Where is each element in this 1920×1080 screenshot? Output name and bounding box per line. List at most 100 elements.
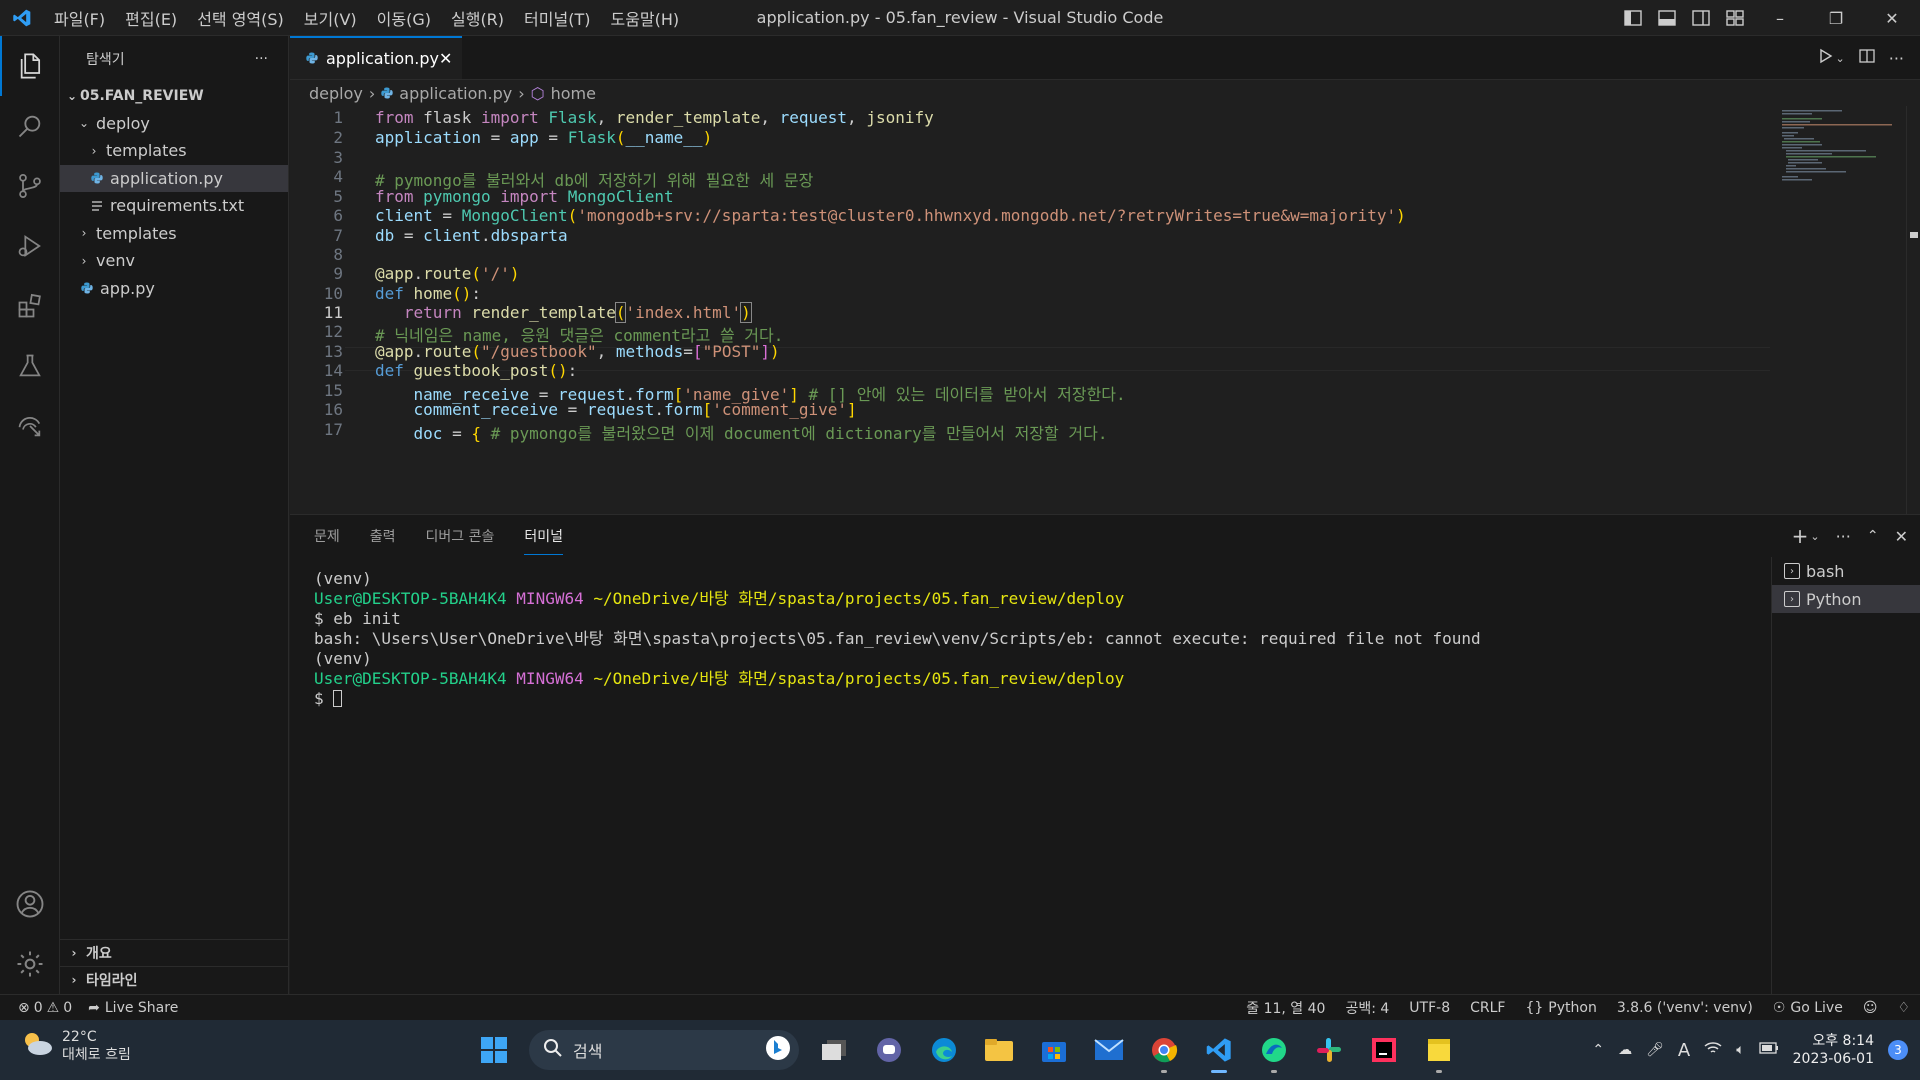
tree-file-application-py[interactable]: application.py — [60, 164, 288, 192]
microphone-icon[interactable]: 🎤︎ — [1646, 1042, 1664, 1058]
extensions-icon[interactable] — [0, 276, 60, 336]
sticky-notes-icon[interactable] — [1415, 1026, 1463, 1074]
weather-widget[interactable]: 22°C 대체로 흐림 — [20, 1028, 131, 1064]
menu-view[interactable]: 보기(V) — [294, 6, 367, 30]
panel-more-actions-icon[interactable]: ··· — [1836, 527, 1851, 546]
customize-layout-icon[interactable] — [1718, 0, 1752, 36]
menu-terminal[interactable]: 터미널(T) — [514, 6, 600, 30]
wifi-icon[interactable] — [1704, 1041, 1722, 1059]
tree-folder-templates-root[interactable]: › templates — [60, 220, 288, 248]
terminal-item-python[interactable]: › Python — [1772, 585, 1920, 613]
terminal-output[interactable]: (venv) User@DESKTOP-5BAH4K4 MINGW64 ~/One… — [314, 569, 1734, 709]
pycharm-edu-icon[interactable] — [1250, 1026, 1298, 1074]
tree-folder-templates[interactable]: › templates — [60, 137, 288, 165]
mail-icon[interactable] — [1085, 1026, 1133, 1074]
terminal-list: › bash › Python — [1771, 557, 1920, 995]
manage-gear-icon[interactable] — [0, 934, 60, 994]
show-hidden-icons-chevron-icon[interactable]: ⌃ — [1592, 1042, 1604, 1058]
chrome-icon[interactable] — [1140, 1026, 1188, 1074]
toggle-secondary-sidebar-icon[interactable] — [1684, 0, 1718, 36]
code-line: @app.route("/guestbook", methods=["POST"… — [375, 342, 780, 361]
slack-icon[interactable] — [1305, 1026, 1353, 1074]
timeline-section[interactable]: › 타임라인 — [60, 966, 289, 993]
outline-section[interactable]: › 개요 — [60, 939, 289, 966]
tree-file-requirements-txt[interactable]: requirements.txt — [60, 192, 288, 220]
taskbar-search[interactable]: 검색 — [529, 1030, 799, 1070]
tab-application-py[interactable]: application.py ✕ — [290, 36, 462, 79]
feedback-icon[interactable]: ☺ — [1863, 1000, 1878, 1016]
vscode-logo-icon[interactable] — [0, 0, 44, 36]
tree-folder-venv[interactable]: › venv — [60, 247, 288, 275]
cursor-position[interactable]: 줄 11, 열 40 — [1246, 998, 1325, 1018]
volume-icon[interactable]: 🔈︎ — [1736, 1042, 1744, 1058]
toggle-panel-icon[interactable] — [1650, 0, 1684, 36]
testing-icon[interactable] — [0, 336, 60, 396]
new-terminal-plus-icon[interactable]: + — [1792, 524, 1809, 548]
start-windows-icon[interactable] — [470, 1026, 518, 1074]
task-view-icon[interactable] — [810, 1026, 858, 1074]
encoding[interactable]: UTF-8 — [1409, 1000, 1450, 1016]
minimize-button[interactable]: – — [1752, 0, 1808, 36]
close-tab-icon[interactable]: ✕ — [439, 49, 452, 68]
edge-browser-icon[interactable] — [920, 1026, 968, 1074]
remote-explorer-icon[interactable] — [0, 396, 60, 456]
run-debug-icon[interactable] — [0, 216, 60, 276]
file-explorer-icon[interactable] — [975, 1026, 1023, 1074]
intellij-icon[interactable] — [1360, 1026, 1408, 1074]
end-of-line[interactable]: CRLF — [1470, 1000, 1505, 1016]
go-live-status[interactable]: ☉ Go Live — [1773, 1000, 1843, 1016]
restore-button[interactable]: ❐ — [1808, 0, 1864, 36]
python-interpreter[interactable]: 3.8.6 ('venv': venv) — [1617, 1000, 1753, 1016]
tab-output[interactable]: 출력 — [370, 518, 396, 554]
notification-badge[interactable]: 3 — [1888, 1040, 1908, 1060]
source-control-icon[interactable] — [0, 156, 60, 216]
tab-problems[interactable]: 문제 — [314, 518, 340, 554]
clock[interactable]: 오후 8:14 2023-06-01 — [1793, 1032, 1874, 1068]
battery-icon[interactable] — [1758, 1042, 1779, 1058]
explorer-icon[interactable] — [0, 36, 60, 96]
tab-terminal[interactable]: 터미널 — [524, 518, 564, 555]
close-window-button[interactable]: ✕ — [1864, 0, 1920, 36]
maximize-panel-chevron-up-icon[interactable]: ⌃ — [1867, 528, 1879, 544]
microsoft-store-icon[interactable] — [1030, 1026, 1078, 1074]
onedrive-cloud-icon[interactable]: ☁ — [1618, 1042, 1632, 1058]
breadcrumb-symbol[interactable]: home — [551, 84, 596, 103]
close-panel-icon[interactable]: ✕ — [1895, 527, 1908, 546]
teams-chat-icon[interactable] — [865, 1026, 913, 1074]
editor-more-actions-icon[interactable]: ··· — [1889, 49, 1904, 68]
split-editor-icon[interactable] — [1859, 48, 1875, 68]
run-python-file-icon[interactable] — [1818, 48, 1834, 68]
menu-file[interactable]: 파일(F) — [44, 6, 115, 30]
terminal-line: bash: \Users\User\OneDrive\바탕 화면\spasta\… — [314, 629, 1481, 648]
tab-debug-console[interactable]: 디버그 콘솔 — [426, 518, 495, 554]
toggle-primary-sidebar-icon[interactable] — [1616, 0, 1650, 36]
language-mode[interactable]: {​} Python — [1525, 1000, 1596, 1016]
ime-language-icon[interactable]: A — [1678, 1040, 1690, 1061]
breadcrumb-file[interactable]: application.py — [399, 84, 512, 103]
menu-selection[interactable]: 선택 영역(S) — [187, 6, 294, 30]
run-dropdown-chevron-icon[interactable]: ⌄ — [1836, 52, 1845, 65]
problems-status[interactable]: ⊗ 0 ⚠ 0 — [18, 1000, 72, 1016]
notifications-bell-icon[interactable]: ♢ — [1897, 1000, 1910, 1016]
search-icon[interactable] — [0, 96, 60, 156]
tree-file-app-py[interactable]: app.py — [60, 275, 288, 303]
live-share-status[interactable]: ➦ Live Share — [88, 1000, 178, 1016]
vscode-taskbar-icon[interactable] — [1195, 1026, 1243, 1074]
breadcrumb-folder[interactable]: deploy — [309, 84, 363, 103]
line-number: 17 — [323, 420, 343, 439]
menu-run[interactable]: 실행(R) — [441, 6, 514, 30]
tree-folder-deploy[interactable]: ⌄ deploy — [60, 110, 288, 138]
accounts-icon[interactable] — [0, 874, 60, 934]
indentation[interactable]: 공백: 4 — [1345, 998, 1389, 1018]
editor-vertical-scrollbar[interactable] — [1906, 106, 1920, 514]
tree-root-folder[interactable]: ⌄ 05.FAN_REVIEW — [60, 82, 288, 110]
sidebar-more-icon[interactable]: ··· — [255, 51, 268, 67]
minimap[interactable] — [1780, 108, 1900, 188]
menu-edit[interactable]: 편집(E) — [115, 6, 187, 30]
menu-help[interactable]: 도움말(H) — [600, 6, 689, 30]
terminal-dropdown-chevron-icon[interactable]: ⌄ — [1810, 530, 1819, 543]
search-icon — [543, 1038, 563, 1062]
menu-go[interactable]: 이동(G) — [367, 6, 441, 30]
code-editor[interactable]: 1 2 3 4 5 6 7 8 9 10 11 12 13 14 15 16 17 from flask imp… — [290, 106, 1770, 514]
terminal-item-bash[interactable]: › bash — [1772, 557, 1920, 585]
